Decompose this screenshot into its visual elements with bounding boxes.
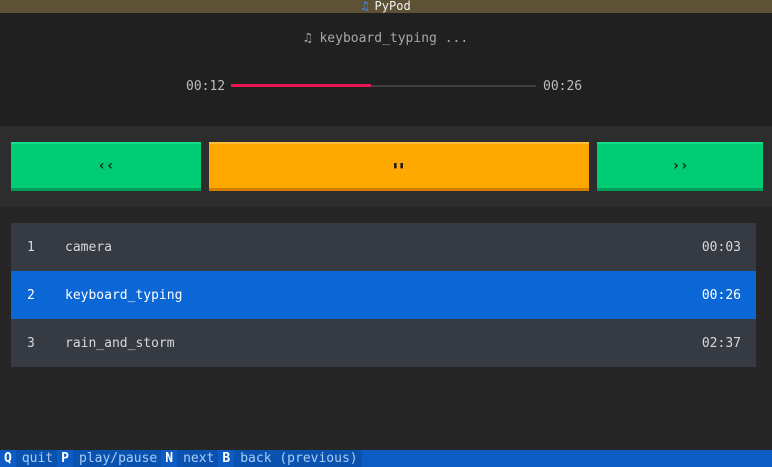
track-list: 1 camera 00:03 2 keyboard_typing 00:26 3… bbox=[11, 223, 756, 367]
pause-icon: ▮▮ bbox=[392, 161, 406, 171]
track-row[interactable]: 3 rain_and_storm 02:37 bbox=[11, 319, 756, 367]
track-duration: 00:03 bbox=[701, 239, 741, 255]
track-duration: 02:37 bbox=[701, 335, 741, 351]
title-bar: ♫ PyPod bbox=[0, 0, 772, 13]
key-back-label[interactable]: back (previous) bbox=[234, 450, 362, 467]
key-bindings-footer: Q quit P play/pause N next B back (previ… bbox=[0, 450, 772, 467]
next-button[interactable]: ›› bbox=[597, 142, 763, 191]
key-next-label[interactable]: next bbox=[177, 450, 219, 467]
now-playing-text: ♫ keyboard_typing ... bbox=[303, 31, 469, 46]
track-number: 2 bbox=[27, 287, 35, 303]
music-note-icon: ♫ bbox=[361, 0, 369, 13]
track-number: 3 bbox=[27, 335, 35, 351]
track-name: keyboard_typing bbox=[65, 287, 183, 303]
previous-icon: ‹‹ bbox=[97, 158, 115, 174]
next-icon: ›› bbox=[671, 158, 689, 174]
player-panel: ♫ keyboard_typing ... 00:12 00:26 bbox=[0, 13, 772, 126]
previous-button[interactable]: ‹‹ bbox=[11, 142, 201, 191]
controls-panel: ‹‹ ▮▮ ›› bbox=[0, 126, 772, 207]
track-row[interactable]: 1 camera 00:03 bbox=[11, 223, 756, 271]
track-row-selected[interactable]: 2 keyboard_typing 00:26 bbox=[11, 271, 756, 319]
key-quit-label[interactable]: quit bbox=[15, 450, 58, 467]
track-name: camera bbox=[65, 239, 112, 255]
total-time: 00:26 bbox=[543, 79, 583, 94]
progress-bar-fill bbox=[231, 84, 372, 87]
key-back[interactable]: B bbox=[218, 450, 234, 467]
track-name: rain_and_storm bbox=[65, 335, 175, 351]
key-play-pause[interactable]: P bbox=[57, 450, 73, 467]
key-play-pause-label[interactable]: play/pause bbox=[72, 450, 162, 467]
app-title: PyPod bbox=[374, 0, 411, 13]
key-next[interactable]: N bbox=[161, 450, 177, 467]
key-quit[interactable]: Q bbox=[0, 450, 16, 467]
elapsed-time: 00:12 bbox=[186, 79, 226, 94]
track-duration: 00:26 bbox=[701, 287, 741, 303]
track-number: 1 bbox=[27, 239, 35, 255]
progress-bar[interactable] bbox=[231, 84, 536, 87]
play-pause-button[interactable]: ▮▮ bbox=[209, 142, 589, 191]
